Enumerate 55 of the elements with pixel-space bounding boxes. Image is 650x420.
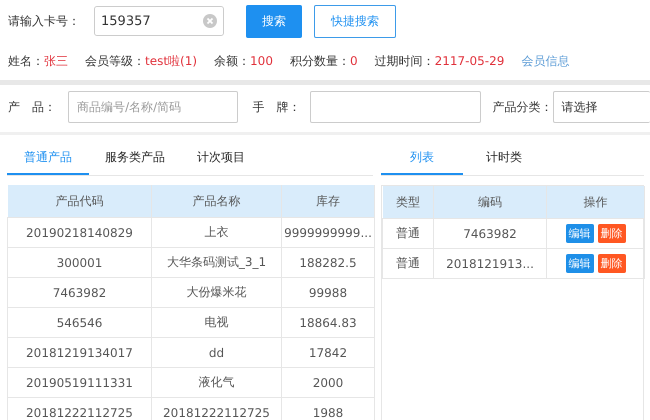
table-cell: 188282.5 (282, 248, 374, 278)
column-header: 编码 (434, 186, 546, 218)
quick-search-button[interactable]: 快捷搜索 (314, 4, 396, 38)
member-info-text: 姓名：张三 (8, 52, 68, 70)
table-cell: 电视 (152, 308, 282, 338)
table-cell: 大华条码测试_3_1 (152, 248, 282, 278)
clear-icon[interactable] (203, 14, 217, 28)
product-search-field[interactable]: 商品编号/名称/简码 (68, 91, 238, 123)
delete-button[interactable]: 删除 (598, 254, 626, 273)
tag-field[interactable] (310, 91, 481, 123)
product-label: 产 品： (8, 98, 57, 116)
member-info-text: 过期时间：2117-05-29 (374, 52, 504, 70)
card-number-label: 请输入卡号： (8, 12, 81, 30)
column-header: 操作 (546, 186, 644, 218)
delete-button[interactable]: 删除 (598, 224, 626, 243)
tab[interactable]: 计次项目 (181, 141, 261, 175)
column-header: 类型 (382, 186, 434, 218)
table-cell: 上衣 (152, 218, 282, 248)
table-cell: 7463982 (434, 218, 546, 248)
member-info-text: 积分数量：0 (290, 52, 358, 70)
table-cell: 液化气 (152, 368, 282, 398)
table-cell: 546546 (8, 308, 152, 338)
table-cell: 20190218140829 (8, 218, 152, 248)
tab[interactable]: 列表 (381, 141, 463, 175)
tab[interactable]: 计时类 (463, 141, 545, 175)
table-cell: 2000 (282, 368, 374, 398)
card-number-field[interactable]: 159357 (94, 6, 224, 36)
column-header: 产品名称 (152, 185, 282, 218)
table-cell: 300001 (8, 248, 152, 278)
search-button[interactable]: 搜索 (246, 4, 302, 38)
column-header: 产品代码 (8, 185, 152, 218)
category-label: 产品分类： (492, 98, 553, 116)
table-cell: 大份爆米花 (152, 278, 282, 308)
table-cell: 7463982 (8, 278, 152, 308)
edit-button[interactable]: 编辑 (566, 254, 594, 273)
column-header: 库存 (282, 185, 374, 218)
category-select[interactable]: 请选择 (552, 91, 650, 123)
table-cell: 2018121913... (434, 248, 546, 278)
member-info-text: 余额：100 (214, 52, 273, 70)
table-cell: 20181222112725 (8, 398, 152, 420)
table-cell: 20190519111331 (8, 368, 152, 398)
member-info-link[interactable]: 会员信息 (521, 52, 570, 70)
table-cell: 普通 (382, 218, 434, 248)
member-info-text: 会员等级：test啦(1) (85, 52, 198, 70)
table-cell: dd (152, 338, 282, 368)
edit-button[interactable]: 编辑 (566, 224, 594, 243)
tab[interactable]: 普通产品 (7, 141, 89, 175)
tag-label: 手 牌： (252, 98, 302, 116)
table-cell: 9999999999... (282, 218, 374, 248)
table-cell: 18864.83 (282, 308, 374, 338)
table-cell: 20181219134017 (8, 338, 152, 368)
tab[interactable]: 服务类产品 (89, 141, 181, 175)
table-cell: 普通 (382, 248, 434, 278)
table-cell: 99988 (282, 278, 374, 308)
table-cell: 17842 (282, 338, 374, 368)
